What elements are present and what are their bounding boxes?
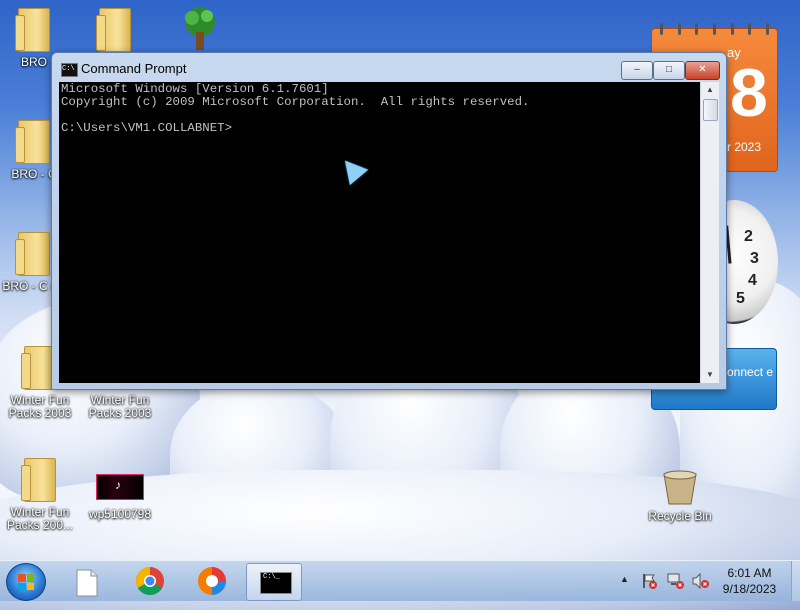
- taskbar-chrome-button[interactable]: [123, 563, 177, 599]
- clock-number: 3: [750, 250, 759, 267]
- folder-icon: [96, 8, 131, 52]
- taskbar-cmd-button[interactable]: C:\_: [246, 563, 302, 601]
- taskbar-clock[interactable]: 6:01 AM 9/18/2023: [712, 565, 787, 597]
- command-prompt-window[interactable]: C:\ Command Prompt – □ ✕ Microsoft Windo…: [51, 52, 727, 390]
- desktop-icon-label: Recycle Bin: [648, 509, 712, 523]
- desktop-icon-tree[interactable]: [160, 6, 240, 53]
- tree-icon: [185, 7, 215, 50]
- chrome-icon: [136, 567, 164, 595]
- show-hidden-icons-button[interactable]: ▲: [620, 574, 629, 584]
- desktop-icon-wp5100798[interactable]: ♪ wp5100798: [80, 474, 160, 521]
- desktop-icon-label: BRO - C: [11, 167, 57, 181]
- desktop-icon-label: Winter Fun Packs 2003: [88, 393, 152, 420]
- minimize-button[interactable]: –: [621, 61, 653, 80]
- scroll-thumb[interactable]: [703, 99, 718, 121]
- cmd-icon: C:\: [61, 63, 78, 77]
- clock-number: 2: [744, 228, 753, 245]
- folder-icon: [15, 232, 50, 276]
- action-center-flag-icon[interactable]: [642, 573, 658, 589]
- show-desktop-button[interactable]: [791, 561, 800, 601]
- desktop-icon-folder[interactable]: [75, 8, 155, 56]
- connect-label: onnect e: [727, 365, 774, 379]
- taskbar: C:\_ ▲ 6:01 AM 9/18/2023: [0, 560, 800, 601]
- network-error-icon[interactable]: [667, 573, 685, 589]
- clock-time: 6:01 AM: [727, 566, 772, 580]
- taskbar-explorer-button[interactable]: [60, 563, 114, 599]
- start-button[interactable]: [6, 563, 46, 601]
- folder-icon: [15, 8, 50, 52]
- desktop-icon-label: BRO: [20, 55, 47, 69]
- blank-document-icon: [76, 569, 98, 597]
- window-titlebar[interactable]: C:\ Command Prompt – □ ✕: [52, 53, 726, 81]
- console-area[interactable]: Microsoft Windows [Version 6.1.7601] Cop…: [59, 82, 700, 383]
- window-title: Command Prompt: [81, 61, 187, 76]
- scroll-down-arrow-icon[interactable]: ▼: [701, 367, 719, 383]
- image-thumbnail-icon: ♪: [96, 474, 144, 500]
- taskbar-app-button[interactable]: [185, 563, 239, 599]
- windows-flag-icon: [18, 574, 34, 590]
- clock-date: 9/18/2023: [722, 582, 777, 596]
- scroll-up-arrow-icon[interactable]: ▲: [701, 82, 719, 98]
- desktop-icon-label: Winter Fun Packs 200...: [6, 505, 74, 532]
- recycle-bin-icon: [663, 470, 697, 505]
- volume-muted-icon[interactable]: [692, 573, 710, 589]
- vertical-scrollbar[interactable]: ▲ ▼: [700, 82, 719, 383]
- calendar-rings: [660, 23, 769, 35]
- maximize-button[interactable]: □: [653, 61, 685, 80]
- clock-number: 5: [736, 290, 745, 307]
- colorful-circle-icon: [198, 567, 226, 595]
- folder-icon: [21, 458, 56, 502]
- close-button[interactable]: ✕: [685, 61, 720, 80]
- cmd-icon: C:\_: [260, 572, 292, 594]
- desktop-icon-recycle-bin[interactable]: Recycle Bin: [640, 470, 720, 523]
- calendar-date-number: 8: [730, 55, 768, 131]
- folder-icon: [15, 120, 50, 164]
- clock-number: 4: [748, 272, 757, 289]
- console-text: Microsoft Windows [Version 6.1.7601] Cop…: [61, 82, 530, 135]
- desktop-icon-label: Winter Fun Packs 2003: [8, 393, 72, 420]
- calendar-month-label: r 2023: [727, 140, 762, 154]
- desktop-icon-winter-fun-3[interactable]: Winter Fun Packs 200...: [0, 458, 80, 532]
- desktop-icon-label: wp5100798: [88, 507, 152, 521]
